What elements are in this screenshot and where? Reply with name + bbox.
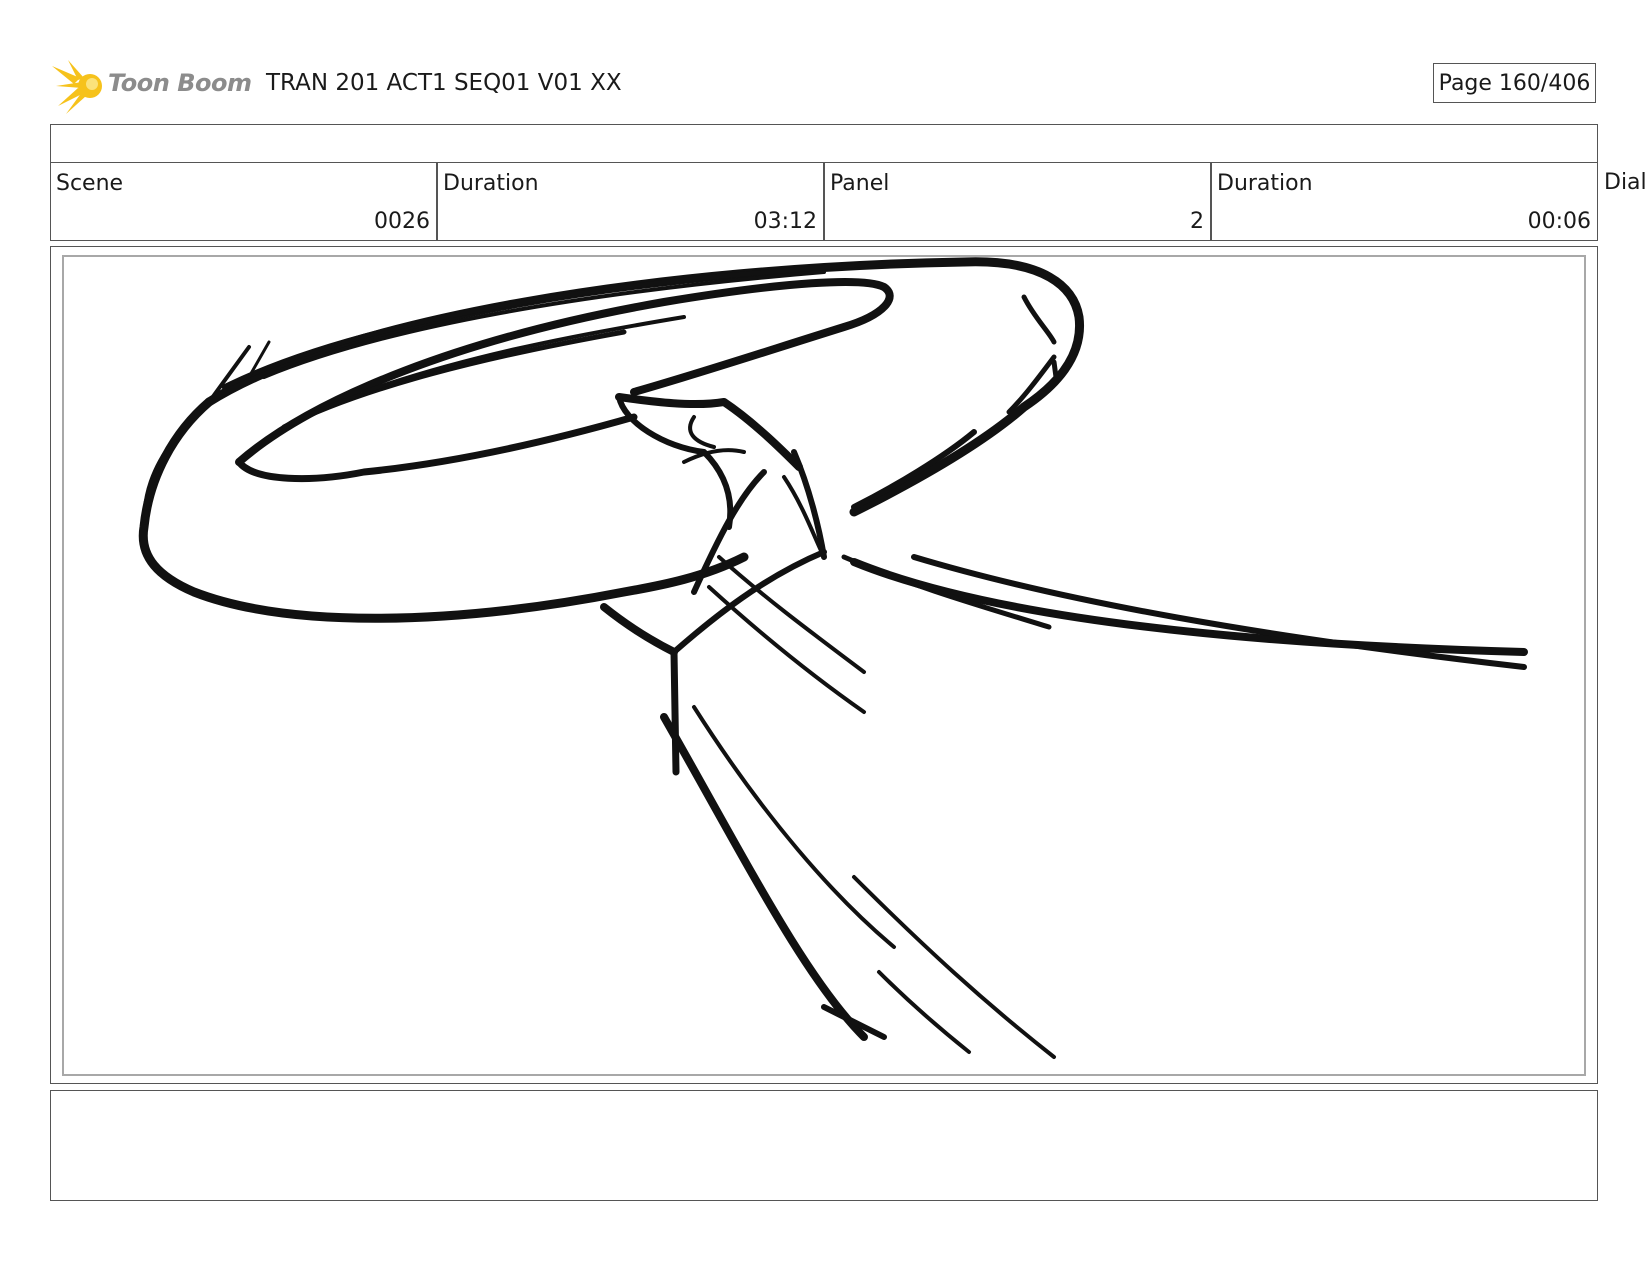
scene-duration-label: Duration <box>443 171 539 196</box>
scene-value: 0026 <box>374 209 430 234</box>
panel-duration-label: Duration <box>1217 171 1313 196</box>
top-strip <box>50 124 1598 163</box>
document-title: TRAN 201 ACT1 SEQ01 V01 XX <box>266 70 622 96</box>
scene-cell: Scene 0026 <box>50 162 437 241</box>
panel-frame <box>50 246 1598 1084</box>
panel-label: Panel <box>830 171 890 196</box>
toon-boom-logo: Toon Boom <box>52 58 252 114</box>
panel-cell: Panel 2 <box>824 162 1211 241</box>
notes-box <box>50 1090 1598 1201</box>
panel-duration-cell: Duration 00:06 <box>1211 162 1598 241</box>
scene-duration-cell: Duration 03:12 <box>437 162 824 241</box>
scene-label: Scene <box>56 171 124 196</box>
panel-duration-value: 00:06 <box>1527 209 1591 234</box>
info-row: Scene 0026 Duration 03:12 Panel 2 Durati… <box>50 162 1650 241</box>
storyboard-sketch <box>138 257 1528 1059</box>
logo-text: Toon Boom <box>108 69 252 97</box>
panel-image <box>62 255 1586 1076</box>
page-indicator: Page 160/406 <box>1433 63 1596 103</box>
dialog-label: Dial <box>1604 170 1647 195</box>
scene-duration-value: 03:12 <box>753 209 817 234</box>
panel-value: 2 <box>1190 209 1204 234</box>
starburst-icon <box>52 60 102 114</box>
